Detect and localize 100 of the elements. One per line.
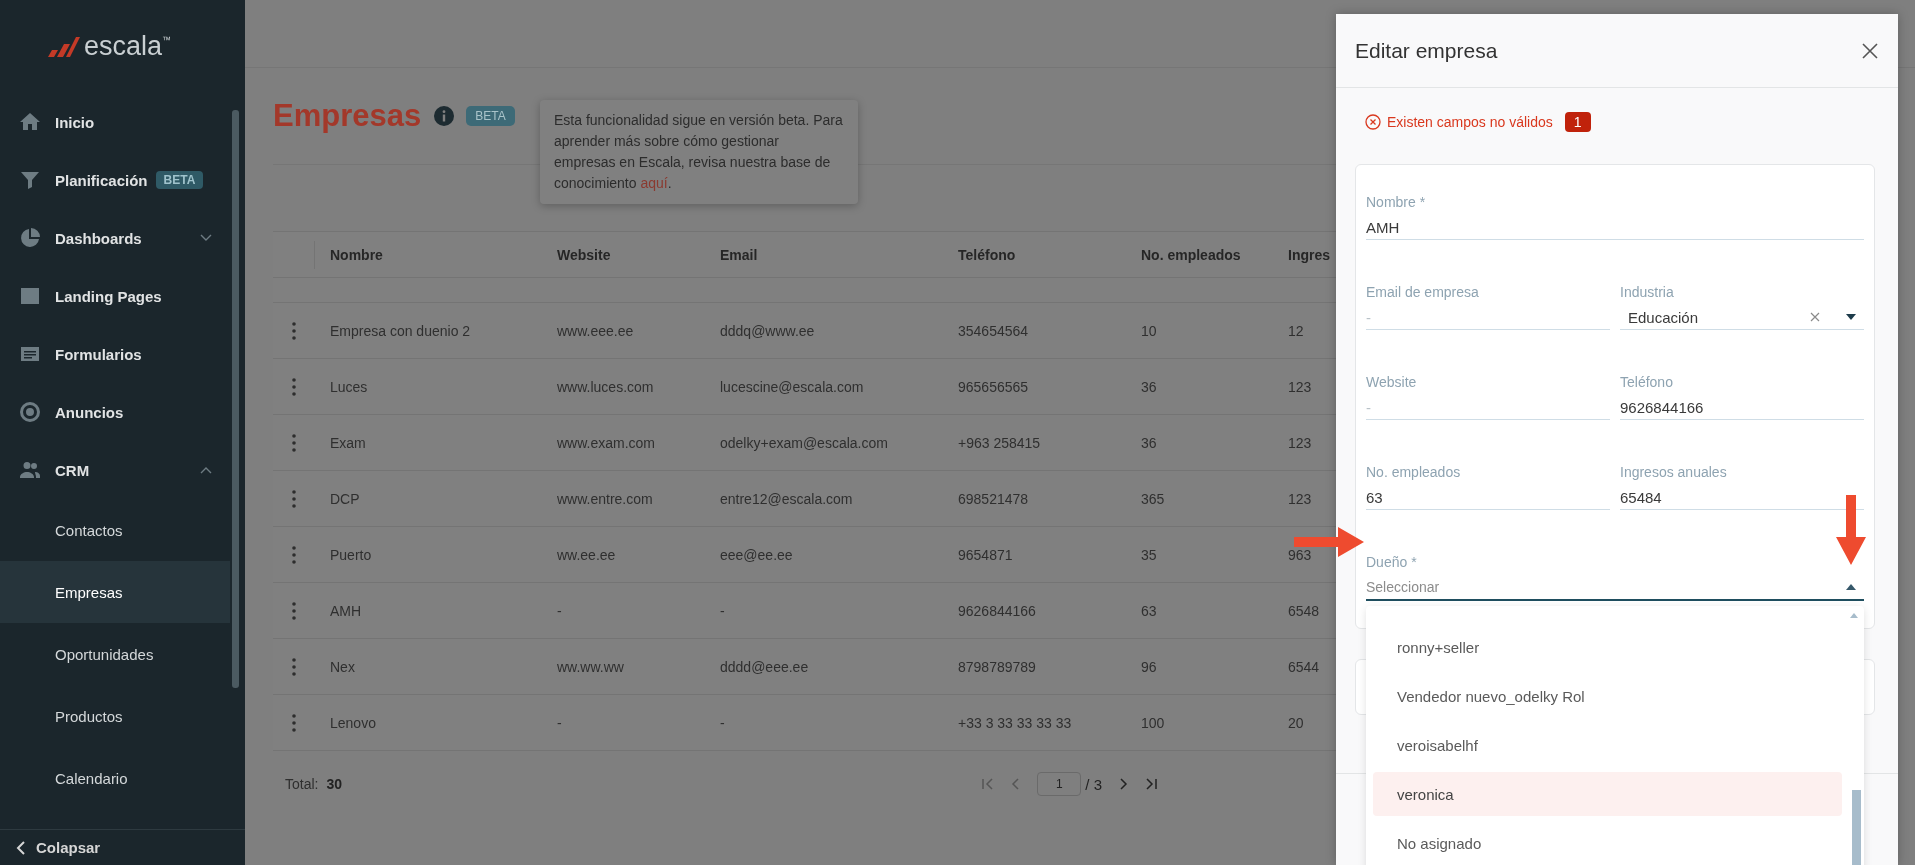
- table-cell: dddq@www.ee: [720, 322, 815, 339]
- more-icon[interactable]: [292, 321, 296, 340]
- table-cell: 963: [1288, 546, 1312, 563]
- error-message: Existen campos no válidos: [1387, 114, 1553, 130]
- sidebar-subitem[interactable]: Calendario: [0, 747, 230, 809]
- table-cell: Luces: [330, 378, 368, 395]
- table-cell: www.exam.com: [557, 434, 656, 451]
- field-label: No. empleados: [1366, 463, 1462, 481]
- input-field[interactable]: 9626844166: [1620, 395, 1864, 420]
- table-cell: 365: [1141, 490, 1165, 507]
- target-icon: [18, 400, 42, 424]
- more-icon[interactable]: [292, 545, 296, 564]
- caret-up-icon[interactable]: [1846, 584, 1856, 590]
- page-title: Empresas: [273, 98, 422, 134]
- table-cell: 10: [1141, 322, 1157, 339]
- sidebar-subitem[interactable]: Productos: [0, 685, 230, 747]
- table-cell: ww.ee.ee: [557, 546, 616, 563]
- last-page-icon[interactable]: [1144, 777, 1158, 791]
- sidebar-item[interactable]: Planificación BETA: [0, 151, 212, 209]
- table-cell: 36: [1141, 378, 1157, 395]
- column-header[interactable]: No. empleados: [1141, 246, 1241, 263]
- dropdown-option[interactable]: Vendedor nuevo_odelky Rol: [1373, 674, 1842, 718]
- table-cell: 35: [1141, 546, 1157, 563]
- error-icon: [1365, 114, 1381, 130]
- table-cell: 20: [1288, 714, 1304, 731]
- table-cell: Lenovo: [330, 714, 376, 731]
- table-cell: 123: [1288, 490, 1312, 507]
- table-cell: 36: [1141, 434, 1157, 451]
- panel-title: Editar empresa: [1355, 38, 1498, 63]
- beta-badge: BETA: [155, 171, 204, 189]
- more-icon[interactable]: [292, 657, 296, 676]
- table-cell: ww.ww.ww: [557, 658, 624, 675]
- table-cell: -: [557, 602, 562, 619]
- column-header[interactable]: Ingres: [1288, 246, 1330, 263]
- table-cell: 9654871: [958, 546, 1013, 563]
- sidebar-item[interactable]: Landing Pages: [0, 267, 212, 325]
- more-icon[interactable]: [292, 377, 296, 396]
- table-cell: 8798789789: [958, 658, 1036, 675]
- scrollbar[interactable]: [1852, 790, 1861, 865]
- sidebar-subitem[interactable]: Empresas: [0, 561, 230, 623]
- clear-icon[interactable]: [1810, 312, 1820, 322]
- field-label: Nombre *: [1366, 193, 1427, 211]
- table-cell: 6544: [1288, 658, 1320, 675]
- chevron-down-icon[interactable]: [200, 234, 212, 242]
- column-header[interactable]: Nombre: [330, 246, 383, 263]
- tooltip-text: Esta funcionalidad sigue en versión beta. Para aprender más sobre cómo gestionar empresas en Escala, revisa nuestra base de conocimiento aquí.: [554, 111, 844, 193]
- error-count: 1: [1564, 112, 1591, 132]
- field-label: Teléfono: [1620, 373, 1674, 391]
- sidebar-item[interactable]: Anuncios: [0, 383, 212, 441]
- page-input[interactable]: 1: [1037, 772, 1082, 796]
- close-icon[interactable]: [1862, 42, 1878, 59]
- column-header[interactable]: Website: [557, 246, 611, 263]
- scroll-up-icon[interactable]: [1850, 613, 1858, 618]
- table-cell: Exam: [330, 434, 366, 451]
- page-count: / 3: [1085, 775, 1102, 793]
- field-label: Website: [1366, 373, 1418, 391]
- table-cell: dddd@eee.ee: [720, 658, 809, 675]
- pie-chart-icon: [18, 226, 42, 250]
- table-cell: +33 3 33 33 33 33: [958, 714, 1072, 731]
- sidebar-item[interactable]: Inicio: [0, 93, 212, 151]
- more-icon[interactable]: [292, 433, 296, 452]
- table-cell: Empresa con duenio 2: [330, 322, 471, 339]
- table-cell: 354654564: [958, 322, 1029, 339]
- dropdown-option[interactable]: veroisabelhf: [1373, 723, 1842, 767]
- table-cell: DCP: [330, 490, 360, 507]
- table-cell: eee@ee.ee: [720, 546, 793, 563]
- total-label: Total:: [285, 776, 319, 792]
- table-cell: Puerto: [330, 546, 372, 563]
- more-icon[interactable]: [292, 601, 296, 620]
- first-page-icon[interactable]: [981, 777, 996, 791]
- info-icon[interactable]: [434, 106, 455, 126]
- table-cell: 965656565: [958, 378, 1029, 395]
- table-cell: entre12@escala.com: [720, 490, 853, 507]
- dropdown-option[interactable]: No asignado: [1373, 821, 1842, 865]
- sidebar-item[interactable]: CRM: [0, 441, 212, 499]
- dropdown-option[interactable]: ronny+seller: [1373, 625, 1842, 669]
- sidebar-item[interactable]: Dashboards: [0, 209, 212, 267]
- column-header[interactable]: Email: [720, 246, 758, 263]
- sidebar-subitem[interactable]: Contactos: [0, 499, 230, 561]
- input-field[interactable]: 63: [1366, 485, 1610, 510]
- select-field[interactable]: Educación: [1620, 305, 1864, 330]
- sidebar-item[interactable]: Formularios: [0, 325, 212, 383]
- table-cell: www.luces.com: [557, 378, 654, 395]
- collapse-button[interactable]: Colapsar: [0, 829, 245, 865]
- table-cell: -: [720, 714, 725, 731]
- column-header[interactable]: Teléfono: [958, 246, 1016, 263]
- beta-badge: BETA: [466, 106, 515, 126]
- table-cell: -: [557, 714, 562, 731]
- chevron-up-icon[interactable]: [200, 466, 212, 474]
- table-cell: AMH: [330, 602, 362, 619]
- input-field[interactable]: AMH: [1366, 215, 1864, 240]
- table-cell: -: [720, 602, 725, 619]
- dropdown-option[interactable]: veronica: [1373, 772, 1842, 816]
- caret-down-icon[interactable]: [1846, 314, 1856, 320]
- logo-icon: [45, 36, 80, 57]
- scrollbar[interactable]: [232, 110, 239, 688]
- sidebar-subitem[interactable]: Oportunidades: [0, 623, 230, 685]
- table-cell: 100: [1141, 714, 1165, 731]
- more-icon[interactable]: [292, 489, 296, 508]
- more-icon[interactable]: [292, 713, 296, 732]
